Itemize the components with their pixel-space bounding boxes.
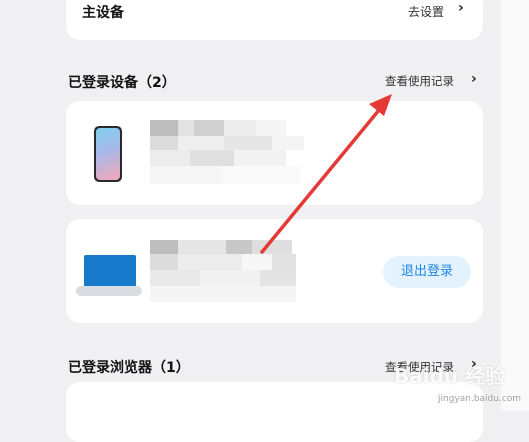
- watermark-logo: Baidu 经验: [394, 364, 506, 388]
- annotation-arrow-icon: [260, 94, 392, 254]
- watermark-url: jingyan.baidu.com: [438, 394, 522, 404]
